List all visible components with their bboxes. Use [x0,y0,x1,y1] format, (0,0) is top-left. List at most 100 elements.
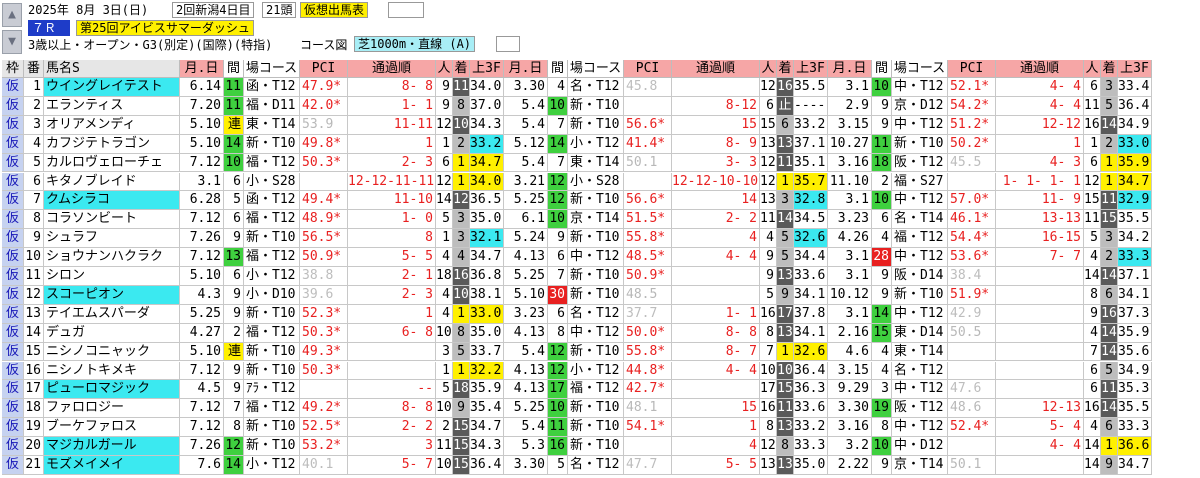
interval: 9 [872,96,892,116]
horse-name-link[interactable]: キタノブレイド [44,172,180,192]
race-date: 3.1 [828,248,872,267]
horse-name-link[interactable]: エランティス [44,96,180,116]
column-header: 着 [777,60,794,78]
waku-label[interactable]: 仮 [2,285,24,305]
waku-label[interactable]: 仮 [2,342,24,362]
horse-name-link[interactable]: シロン [44,267,180,286]
last-3f: 32.9 [1118,191,1152,211]
waku-label[interactable]: 仮 [2,210,24,230]
column-header: 着 [1101,60,1118,78]
horse-name-link[interactable]: テイエムスパーダ [44,304,180,324]
waku-label[interactable]: 仮 [2,437,24,456]
horse-name-link[interactable]: カルロヴェローチェ [44,153,180,173]
popularity: 6 [1084,380,1101,400]
waku-label[interactable]: 仮 [2,134,24,154]
horse-name-link[interactable]: ファロロジー [44,399,180,419]
passing-order: 11-11 [348,115,436,135]
waku-label[interactable]: 仮 [2,115,24,135]
interval: 9 [224,380,244,400]
pci: 50.5 [948,323,996,343]
pci: 40.1 [300,456,348,475]
horse-name-link[interactable]: ピューロマジック [44,380,180,400]
passing-order [348,342,436,362]
waku-label[interactable]: 仮 [2,323,24,343]
mode-input[interactable] [388,2,424,18]
popularity: 16 [1084,399,1101,419]
interval: 13 [224,248,244,267]
waku-label[interactable]: 仮 [2,153,24,173]
waku-label[interactable]: 仮 [2,248,24,267]
horse-name-link[interactable]: デュガ [44,323,180,343]
horse-name-link[interactable]: ニシノトキメキ [44,361,180,381]
waku-label[interactable]: 仮 [2,304,24,324]
passing-order [996,323,1084,343]
horse-name-link[interactable]: コラソンビート [44,210,180,230]
finish: 6 [1101,418,1118,438]
interval: 30 [548,285,568,305]
venue-course: 新・T10 [568,191,624,211]
waku-label[interactable]: 仮 [2,399,24,419]
waku-label[interactable]: 仮 [2,418,24,438]
horse-number: 12 [24,285,44,305]
horse-name-link[interactable]: マジカルガール [44,437,180,456]
column-header: 人 [1084,60,1101,78]
race-date: 6.14 [180,78,224,97]
waku-label[interactable]: 仮 [2,191,24,211]
popularity: 10 [436,456,453,475]
waku-label[interactable]: 仮 [2,267,24,286]
last-3f: 35.0 [794,456,828,475]
pci: 51.2* [948,115,996,135]
course-input[interactable] [496,36,520,52]
horse-name-link[interactable]: モズメイメイ [44,456,180,475]
venue-course: 阪・T12 [892,153,948,173]
waku-label[interactable]: 仮 [2,229,24,249]
popularity: 14 [436,191,453,211]
interval: 10 [872,191,892,211]
horse-name-link[interactable]: ショウナンハクラク [44,248,180,267]
waku-label[interactable]: 仮 [2,172,24,192]
horse-number: 6 [24,172,44,192]
course-map-label[interactable]: コース図 [300,38,347,52]
prev-race-icon[interactable]: ▲ [2,3,22,27]
horse-name-link[interactable]: ウイングレイテスト [44,78,180,97]
venue-course: 新・T10 [892,285,948,305]
interval: 6 [224,210,244,230]
race-date: 5.25 [504,267,548,286]
race-date: 3.30 [504,78,548,97]
horse-name-link[interactable]: ブーケファロス [44,418,180,438]
interval: 4 [872,229,892,249]
venue-course: 福・T12 [244,210,300,230]
finish: 10 [453,115,470,135]
venue-course: 小・T12 [244,456,300,475]
finish: 5 [453,342,470,362]
last-3f: 36.4 [794,361,828,381]
pci: 46.1* [948,210,996,230]
finish: 8 [453,96,470,116]
pci [948,342,996,362]
horse-name-link[interactable]: スコーピオン [44,285,180,305]
next-race-icon[interactable]: ▼ [2,30,22,54]
popularity: 6 [436,153,453,173]
passing-order: 5- 5 [672,456,760,475]
horse-name-link[interactable]: ニシノコニャック [44,342,180,362]
passing-order [996,456,1084,475]
race-date: 7.12 [180,248,224,267]
finish: 3 [453,210,470,230]
horse-name-link[interactable]: オリアメンディ [44,115,180,135]
waku-label[interactable]: 仮 [2,96,24,116]
venue-course: 小・T12 [568,361,624,381]
horse-name-link[interactable]: シュラフ [44,229,180,249]
passing-order: 12-13 [996,399,1084,419]
passing-order [996,285,1084,305]
waku-label[interactable]: 仮 [2,380,24,400]
race-header: ▲ ▼ 2025年 8月 3日(日) 2回新潟4日目 21頭 仮想出馬表 ７Ｒ … [0,0,1200,60]
waku-label[interactable]: 仮 [2,78,24,97]
race-date: 5.10 [180,134,224,154]
finish: 3 [1101,78,1118,97]
popularity: 12 [436,172,453,192]
waku-label[interactable]: 仮 [2,456,24,475]
waku-label[interactable]: 仮 [2,361,24,381]
horse-name-link[interactable]: カフジテトラゴン [44,134,180,154]
horse-name-link[interactable]: クムシラコ [44,191,180,211]
last-3f: 33.6 [794,399,828,419]
